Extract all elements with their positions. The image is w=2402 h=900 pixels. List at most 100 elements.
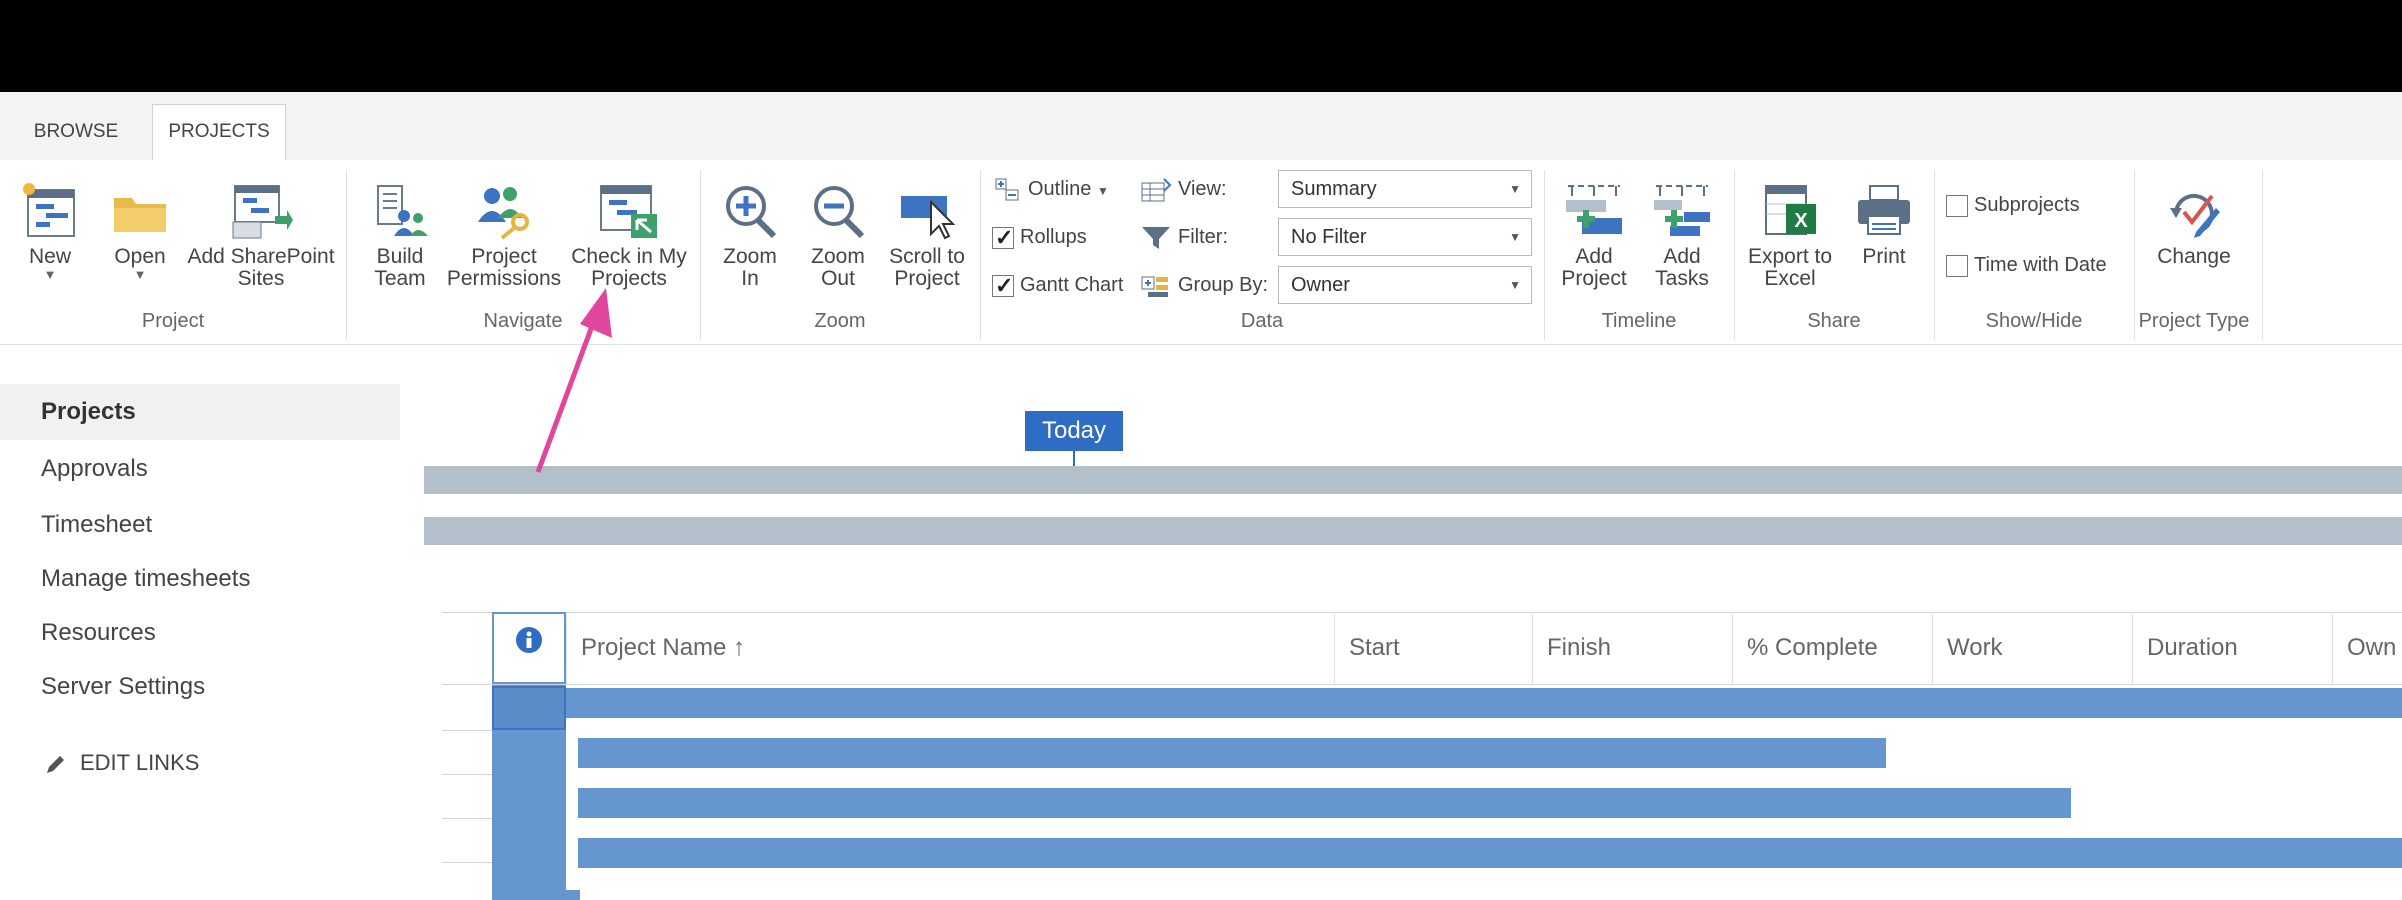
add-sharepoint-sites-button[interactable]: Add SharePoint Sites xyxy=(186,182,336,290)
subprojects-label: Subprojects xyxy=(1974,194,2080,216)
timeline-bar[interactable] xyxy=(424,466,2402,494)
tab-projects[interactable]: PROJECTS xyxy=(152,104,286,161)
change-label: Change xyxy=(2157,245,2231,268)
zoom-out-icon xyxy=(814,186,865,239)
column-header-percent-complete[interactable]: % Complete xyxy=(1732,612,1932,684)
zoom-out-button[interactable]: Zoom Out xyxy=(800,182,876,290)
subprojects-checkbox-box[interactable] xyxy=(1946,194,1968,217)
view-select[interactable]: Summary ▼ xyxy=(1278,170,1532,208)
today-line xyxy=(1073,451,1075,467)
filter-label-row: Filter: xyxy=(1140,222,1228,252)
add-project-button[interactable]: Add Project xyxy=(1554,182,1634,290)
export-to-excel-button[interactable]: X Export to Excel xyxy=(1740,182,1840,290)
group-label-project-type: Project Type xyxy=(2138,310,2250,332)
row-divider xyxy=(442,818,492,819)
build-team-label-line1: Build xyxy=(376,245,424,268)
gantt-chart-checkbox-box[interactable] xyxy=(992,271,1014,301)
build-team-button[interactable]: Build Team xyxy=(360,182,440,290)
project-permissions-button[interactable]: Project Permissions xyxy=(446,182,562,290)
add-project-timeline-icon xyxy=(1566,185,1622,234)
view-label-row: View: xyxy=(1140,174,1227,204)
open-button[interactable]: Open ▼ xyxy=(100,182,180,282)
nav-item-manage-timesheets[interactable]: Manage timesheets xyxy=(0,551,400,607)
nav-item-server-settings[interactable]: Server Settings xyxy=(0,659,400,715)
nav-item-projects[interactable]: Projects xyxy=(0,384,400,440)
zoom-out-label-line2: Out xyxy=(821,267,855,290)
selected-row-cell[interactable] xyxy=(492,686,566,730)
column-header-finish[interactable]: Finish xyxy=(1532,612,1732,684)
new-project-icon xyxy=(23,183,75,237)
group-label-timeline: Timeline xyxy=(1601,310,1677,332)
column-header-duration[interactable]: Duration xyxy=(2132,612,2332,684)
time-with-date-checkbox[interactable]: Time with Date xyxy=(1946,250,2107,280)
row-divider xyxy=(442,862,492,863)
zoom-in-button[interactable]: Zoom In xyxy=(712,182,788,290)
zoom-in-icon xyxy=(726,186,777,239)
check-in-label-line1: Check in My xyxy=(571,245,687,268)
today-marker: Today xyxy=(1025,411,1123,451)
gantt-bar-row-4[interactable] xyxy=(578,838,2402,868)
filter-select[interactable]: No Filter ▼ xyxy=(1278,218,1532,256)
group-label-share: Share xyxy=(1807,310,1861,332)
nav-item-approvals[interactable]: Approvals xyxy=(0,441,400,497)
export-excel-label-line1: Export to xyxy=(1747,245,1833,268)
add-sharepoint-label-line1: Add SharePoint xyxy=(187,245,335,268)
pencil-icon xyxy=(47,756,64,774)
annotation-arrow-icon xyxy=(535,288,612,473)
group-by-select[interactable]: Owner ▼ xyxy=(1278,266,1532,304)
rollups-checkbox[interactable]: Rollups xyxy=(992,222,1087,253)
chevron-down-icon: ▼ xyxy=(1096,184,1109,198)
view-icon xyxy=(1141,178,1172,202)
change-project-type-button[interactable]: Change xyxy=(2146,182,2242,268)
check-in-my-projects-button[interactable]: Check in My Projects xyxy=(566,182,692,290)
scroll-to-project-button[interactable]: Scroll to Project xyxy=(880,182,974,290)
new-label: New xyxy=(28,245,71,268)
group-by-label-row: Group By: xyxy=(1140,270,1268,300)
outline-button[interactable]: Outline ▼ xyxy=(994,174,1109,204)
row-divider xyxy=(442,774,492,775)
group-by-select-value: Owner xyxy=(1291,274,1350,296)
chevron-down-icon: ▼ xyxy=(1509,182,1521,196)
info-header-cell[interactable] xyxy=(492,612,566,684)
group-by-label: Group By: xyxy=(1178,274,1269,296)
time-with-date-label: Time with Date xyxy=(1974,254,2107,276)
nav-item-resources[interactable]: Resources xyxy=(0,605,400,661)
view-select-value: Summary xyxy=(1291,178,1377,200)
gantt-bar-row-3[interactable] xyxy=(578,788,2071,818)
chevron-down-icon: ▼ xyxy=(43,267,57,282)
gantt-chart-checkbox[interactable]: Gantt Chart xyxy=(992,270,1123,301)
info-icon xyxy=(516,627,542,653)
filter-icon xyxy=(1142,226,1170,249)
rollups-label: Rollups xyxy=(1020,226,1087,248)
gantt-bar-row-1[interactable] xyxy=(566,688,2402,718)
new-button[interactable]: New ▼ xyxy=(10,182,90,282)
zoom-in-label-line2: In xyxy=(741,267,759,290)
column-header-work[interactable]: Work xyxy=(1932,612,2132,684)
gantt-bar-row-2[interactable] xyxy=(578,738,1886,768)
check-in-icon xyxy=(600,185,657,238)
column-header-start[interactable]: Start xyxy=(1334,612,1532,684)
tab-browse[interactable]: BROWSE xyxy=(0,104,152,160)
rollups-checkbox-box[interactable] xyxy=(992,223,1014,253)
time-with-date-checkbox-box[interactable] xyxy=(1946,254,1968,277)
svg-text:X: X xyxy=(1794,210,1808,232)
print-label: Print xyxy=(1862,245,1906,268)
outline-icon xyxy=(995,178,1019,201)
gantt-bar-row-5[interactable] xyxy=(566,890,580,900)
column-header-project-name[interactable]: Project Name ↑ xyxy=(566,612,1334,684)
open-label: Open xyxy=(114,245,166,268)
ribbon-tab-strip: BROWSE PROJECTS xyxy=(0,92,2402,161)
outline-label: Outline xyxy=(1028,178,1092,200)
edit-links-button[interactable]: EDIT LINKS xyxy=(44,750,199,776)
print-button[interactable]: Print xyxy=(1844,182,1924,268)
group-separator xyxy=(2262,170,2263,340)
permissions-icon xyxy=(478,187,529,240)
add-tasks-button[interactable]: Add Tasks xyxy=(1642,182,1722,290)
column-header-owner[interactable]: Own xyxy=(2332,612,2402,684)
build-team-label-line2: Team xyxy=(374,267,426,290)
chevron-down-icon: ▼ xyxy=(1509,278,1521,292)
subprojects-checkbox[interactable]: Subprojects xyxy=(1946,190,2080,220)
scroll-to-project-label-line1: Scroll to xyxy=(889,245,965,268)
timeline-bar[interactable] xyxy=(424,517,2402,545)
nav-item-timesheet[interactable]: Timesheet xyxy=(0,497,400,553)
